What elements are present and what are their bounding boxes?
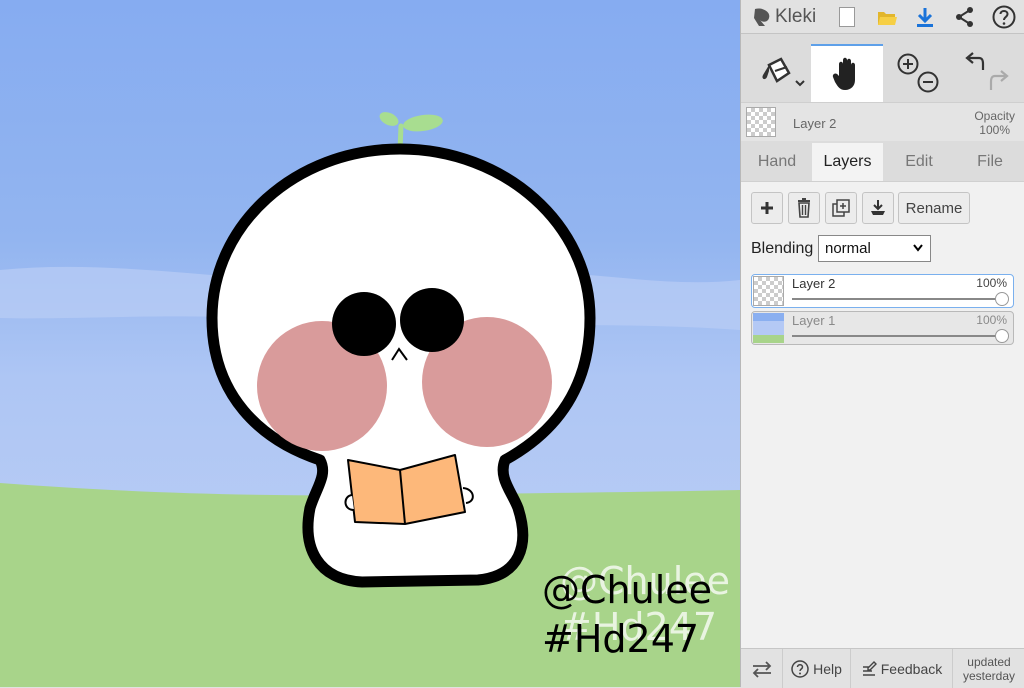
feedback-label: Feedback [880,660,943,677]
new-image-icon [839,7,855,27]
side-panel: Kleki Layer 2 Opacity 100% Hand Layers E… [740,0,1024,688]
opacity-value: 100% [979,123,1010,137]
app-name: Kleki [775,5,817,27]
merge-down-button[interactable] [862,192,894,224]
bottom-bar: Help Feedback updated yesterday [741,648,1024,688]
fill-tool-button[interactable] [749,44,811,102]
add-layer-button[interactable] [751,192,783,224]
active-layer-thumbnail [746,107,776,137]
layer-opacity-slider[interactable] [792,298,999,300]
open-folder-icon [878,12,897,25]
tab-file[interactable]: File [955,143,1024,181]
active-layer-info: Layer 2 Opacity 100% [741,102,1024,141]
share-button[interactable] [952,4,978,30]
layer-row-layer-1[interactable]: Layer 1 100% [751,311,1014,345]
layer-name: Layer 1 [792,313,836,328]
layers-panel: Rename Blending normal Layer 2 100% Laye… [741,181,1024,649]
help-circle-icon [791,659,809,678]
duplicate-layer-button[interactable] [825,192,857,224]
hand-tool-icon [832,57,855,90]
zoom-out-icon[interactable] [917,71,939,93]
watermark-line1: @Chulee [542,568,712,612]
new-image-button[interactable] [834,4,860,30]
open-file-button[interactable] [874,4,900,30]
swap-arrows-icon [752,660,771,678]
layer-thumbnail [753,276,784,306]
tab-edit[interactable]: Edit [883,143,955,181]
help-icon [992,5,1016,29]
updated-line2: yesterday [962,668,1016,683]
zoom-in-icon[interactable] [897,53,919,75]
opacity-label: Opacity [974,109,1015,123]
feedback-link[interactable]: Feedback [851,649,953,688]
download-button[interactable] [912,4,938,30]
blending-select[interactable]: normal [818,235,931,262]
download-icon [917,8,933,27]
tool-row [741,44,1024,102]
layer-opacity-slider-knob[interactable] [995,329,1009,343]
active-layer-name: Layer 2 [793,116,837,131]
layer-row-layer-2[interactable]: Layer 2 100% [751,274,1014,308]
layer-name: Layer 2 [792,276,836,291]
active-layer-opacity: Opacity 100% [974,109,1015,137]
tab-hand[interactable]: Hand [741,143,813,181]
zoom-controls [891,44,947,102]
updated-line1: updated [967,654,1011,669]
panel-tabs: Hand Layers Edit File [741,143,1024,181]
help-button[interactable] [991,4,1017,30]
duplicate-icon [832,199,850,217]
layer-thumbnail [753,313,784,343]
top-bar: Kleki [741,0,1024,34]
left-eye [332,292,396,356]
fill-tool-icon [762,57,805,87]
redo-icon[interactable] [989,70,1009,90]
changelog-link[interactable]: updated yesterday [953,649,1024,688]
share-icon [956,7,973,27]
blending-label: Blending [751,240,814,257]
feedback-pencil-icon [862,660,877,676]
tab-layers[interactable]: Layers [812,143,883,181]
canvas-artwork: @Chulee #Hd247 @Chulee #Hd247 [0,0,740,687]
merge-down-icon [871,200,885,215]
plus-icon [761,202,773,214]
delete-layer-button[interactable] [788,192,820,224]
right-eye [400,288,464,352]
blending-value: normal [825,240,871,257]
drawing-canvas[interactable]: @Chulee #Hd247 @Chulee #Hd247 [0,0,740,687]
layer-opacity: 100% [976,276,1007,290]
undo-redo-controls [957,44,1017,102]
undo-icon[interactable] [965,52,985,70]
layer-opacity: 100% [976,313,1007,327]
trash-icon [798,198,810,218]
watermark-line2: #Hd247 [542,617,699,661]
rename-layer-button[interactable]: Rename [898,192,970,224]
kleki-logo-icon [754,8,770,26]
help-label: Help [813,660,842,677]
hand-tool-button[interactable] [811,44,883,102]
layer-opacity-slider-knob[interactable] [995,292,1009,306]
layer-opacity-slider[interactable] [792,335,999,337]
kleki-logo[interactable]: Kleki [751,4,816,29]
help-link[interactable]: Help [783,649,851,688]
swap-ui-side-button[interactable] [741,649,783,688]
chevron-down-icon [913,244,923,252]
